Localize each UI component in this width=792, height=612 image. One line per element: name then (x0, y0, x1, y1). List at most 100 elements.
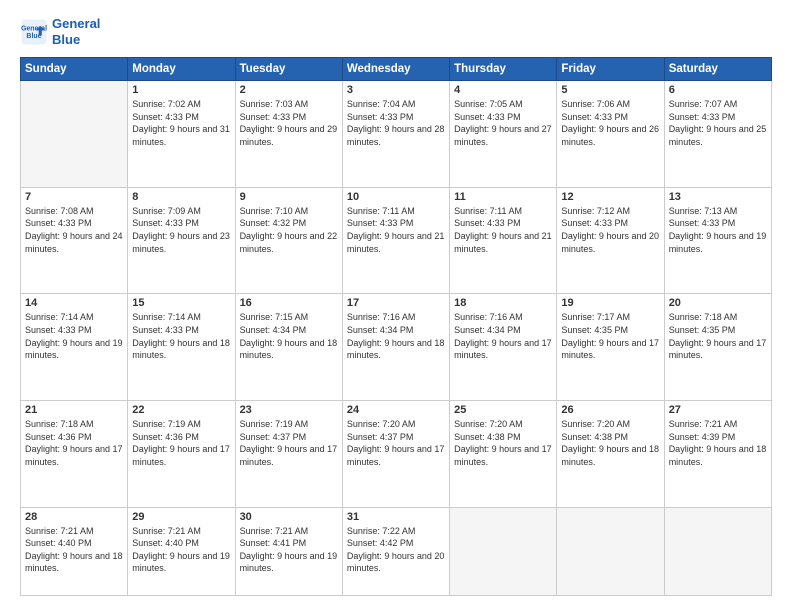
cell-info: Sunrise: 7:05 AMSunset: 4:33 PMDaylight:… (454, 98, 552, 148)
weekday-header: Thursday (450, 58, 557, 81)
cell-day-number: 5 (561, 84, 659, 96)
calendar-cell: 25 Sunrise: 7:20 AMSunset: 4:38 PMDaylig… (450, 400, 557, 507)
cell-day-number: 20 (669, 297, 767, 309)
calendar-cell: 13 Sunrise: 7:13 AMSunset: 4:33 PMDaylig… (664, 187, 771, 294)
calendar-cell: 21 Sunrise: 7:18 AMSunset: 4:36 PMDaylig… (21, 400, 128, 507)
cell-info: Sunrise: 7:04 AMSunset: 4:33 PMDaylight:… (347, 98, 445, 148)
cell-info: Sunrise: 7:21 AMSunset: 4:39 PMDaylight:… (669, 418, 767, 468)
cell-info: Sunrise: 7:08 AMSunset: 4:33 PMDaylight:… (25, 205, 123, 255)
cell-info: Sunrise: 7:07 AMSunset: 4:33 PMDaylight:… (669, 98, 767, 148)
calendar-cell: 17 Sunrise: 7:16 AMSunset: 4:34 PMDaylig… (342, 294, 449, 401)
cell-info: Sunrise: 7:19 AMSunset: 4:36 PMDaylight:… (132, 418, 230, 468)
cell-day-number: 18 (454, 297, 552, 309)
weekday-header: Monday (128, 58, 235, 81)
cell-info: Sunrise: 7:19 AMSunset: 4:37 PMDaylight:… (240, 418, 338, 468)
calendar-cell: 27 Sunrise: 7:21 AMSunset: 4:39 PMDaylig… (664, 400, 771, 507)
cell-day-number: 25 (454, 404, 552, 416)
calendar-table: SundayMondayTuesdayWednesdayThursdayFrid… (20, 57, 772, 596)
cell-day-number: 10 (347, 191, 445, 203)
calendar-cell: 19 Sunrise: 7:17 AMSunset: 4:35 PMDaylig… (557, 294, 664, 401)
logo-icon: General Blue (20, 18, 48, 46)
calendar-cell: 24 Sunrise: 7:20 AMSunset: 4:37 PMDaylig… (342, 400, 449, 507)
cell-day-number: 11 (454, 191, 552, 203)
cell-info: Sunrise: 7:13 AMSunset: 4:33 PMDaylight:… (669, 205, 767, 255)
cell-day-number: 15 (132, 297, 230, 309)
cell-info: Sunrise: 7:11 AMSunset: 4:33 PMDaylight:… (347, 205, 445, 255)
calendar-cell: 1 Sunrise: 7:02 AMSunset: 4:33 PMDayligh… (128, 81, 235, 188)
calendar-cell: 8 Sunrise: 7:09 AMSunset: 4:33 PMDayligh… (128, 187, 235, 294)
calendar-cell (21, 81, 128, 188)
cell-info: Sunrise: 7:20 AMSunset: 4:37 PMDaylight:… (347, 418, 445, 468)
calendar-cell: 6 Sunrise: 7:07 AMSunset: 4:33 PMDayligh… (664, 81, 771, 188)
cell-day-number: 3 (347, 84, 445, 96)
cell-info: Sunrise: 7:16 AMSunset: 4:34 PMDaylight:… (347, 311, 445, 361)
cell-day-number: 30 (240, 511, 338, 523)
calendar-cell: 23 Sunrise: 7:19 AMSunset: 4:37 PMDaylig… (235, 400, 342, 507)
cell-info: Sunrise: 7:21 AMSunset: 4:40 PMDaylight:… (25, 525, 123, 575)
cell-day-number: 24 (347, 404, 445, 416)
cell-info: Sunrise: 7:09 AMSunset: 4:33 PMDaylight:… (132, 205, 230, 255)
cell-day-number: 2 (240, 84, 338, 96)
weekday-header: Wednesday (342, 58, 449, 81)
page: General Blue General Blue SundayMondayTu… (0, 0, 792, 612)
cell-day-number: 13 (669, 191, 767, 203)
cell-info: Sunrise: 7:18 AMSunset: 4:36 PMDaylight:… (25, 418, 123, 468)
cell-day-number: 23 (240, 404, 338, 416)
weekday-header: Friday (557, 58, 664, 81)
calendar-cell: 15 Sunrise: 7:14 AMSunset: 4:33 PMDaylig… (128, 294, 235, 401)
calendar-cell: 3 Sunrise: 7:04 AMSunset: 4:33 PMDayligh… (342, 81, 449, 188)
cell-info: Sunrise: 7:03 AMSunset: 4:33 PMDaylight:… (240, 98, 338, 148)
calendar-cell: 14 Sunrise: 7:14 AMSunset: 4:33 PMDaylig… (21, 294, 128, 401)
cell-info: Sunrise: 7:15 AMSunset: 4:34 PMDaylight:… (240, 311, 338, 361)
calendar-cell: 5 Sunrise: 7:06 AMSunset: 4:33 PMDayligh… (557, 81, 664, 188)
cell-day-number: 17 (347, 297, 445, 309)
calendar-cell: 11 Sunrise: 7:11 AMSunset: 4:33 PMDaylig… (450, 187, 557, 294)
cell-day-number: 29 (132, 511, 230, 523)
cell-day-number: 22 (132, 404, 230, 416)
cell-day-number: 19 (561, 297, 659, 309)
calendar-cell: 7 Sunrise: 7:08 AMSunset: 4:33 PMDayligh… (21, 187, 128, 294)
cell-day-number: 31 (347, 511, 445, 523)
cell-day-number: 28 (25, 511, 123, 523)
cell-info: Sunrise: 7:22 AMSunset: 4:42 PMDaylight:… (347, 525, 445, 575)
cell-day-number: 4 (454, 84, 552, 96)
calendar-cell (450, 507, 557, 596)
cell-info: Sunrise: 7:14 AMSunset: 4:33 PMDaylight:… (132, 311, 230, 361)
cell-info: Sunrise: 7:20 AMSunset: 4:38 PMDaylight:… (561, 418, 659, 468)
cell-info: Sunrise: 7:20 AMSunset: 4:38 PMDaylight:… (454, 418, 552, 468)
calendar-cell: 31 Sunrise: 7:22 AMSunset: 4:42 PMDaylig… (342, 507, 449, 596)
weekday-header: Saturday (664, 58, 771, 81)
cell-info: Sunrise: 7:18 AMSunset: 4:35 PMDaylight:… (669, 311, 767, 361)
calendar-cell (664, 507, 771, 596)
calendar-cell: 18 Sunrise: 7:16 AMSunset: 4:34 PMDaylig… (450, 294, 557, 401)
cell-day-number: 12 (561, 191, 659, 203)
cell-day-number: 21 (25, 404, 123, 416)
cell-day-number: 14 (25, 297, 123, 309)
calendar-cell: 29 Sunrise: 7:21 AMSunset: 4:40 PMDaylig… (128, 507, 235, 596)
weekday-header: Sunday (21, 58, 128, 81)
calendar-cell: 9 Sunrise: 7:10 AMSunset: 4:32 PMDayligh… (235, 187, 342, 294)
cell-info: Sunrise: 7:21 AMSunset: 4:41 PMDaylight:… (240, 525, 338, 575)
header: General Blue General Blue (20, 16, 772, 47)
calendar-cell: 4 Sunrise: 7:05 AMSunset: 4:33 PMDayligh… (450, 81, 557, 188)
calendar-cell: 20 Sunrise: 7:18 AMSunset: 4:35 PMDaylig… (664, 294, 771, 401)
cell-info: Sunrise: 7:21 AMSunset: 4:40 PMDaylight:… (132, 525, 230, 575)
cell-info: Sunrise: 7:10 AMSunset: 4:32 PMDaylight:… (240, 205, 338, 255)
logo-text-line1: General (52, 16, 100, 32)
cell-day-number: 6 (669, 84, 767, 96)
calendar-cell: 28 Sunrise: 7:21 AMSunset: 4:40 PMDaylig… (21, 507, 128, 596)
cell-day-number: 8 (132, 191, 230, 203)
logo: General Blue General Blue (20, 16, 100, 47)
cell-day-number: 16 (240, 297, 338, 309)
calendar-cell: 2 Sunrise: 7:03 AMSunset: 4:33 PMDayligh… (235, 81, 342, 188)
calendar-cell: 22 Sunrise: 7:19 AMSunset: 4:36 PMDaylig… (128, 400, 235, 507)
cell-day-number: 27 (669, 404, 767, 416)
cell-info: Sunrise: 7:12 AMSunset: 4:33 PMDaylight:… (561, 205, 659, 255)
calendar-cell: 26 Sunrise: 7:20 AMSunset: 4:38 PMDaylig… (557, 400, 664, 507)
cell-day-number: 7 (25, 191, 123, 203)
cell-day-number: 1 (132, 84, 230, 96)
cell-day-number: 26 (561, 404, 659, 416)
logo-text-line2: Blue (52, 32, 100, 48)
cell-info: Sunrise: 7:02 AMSunset: 4:33 PMDaylight:… (132, 98, 230, 148)
cell-info: Sunrise: 7:11 AMSunset: 4:33 PMDaylight:… (454, 205, 552, 255)
